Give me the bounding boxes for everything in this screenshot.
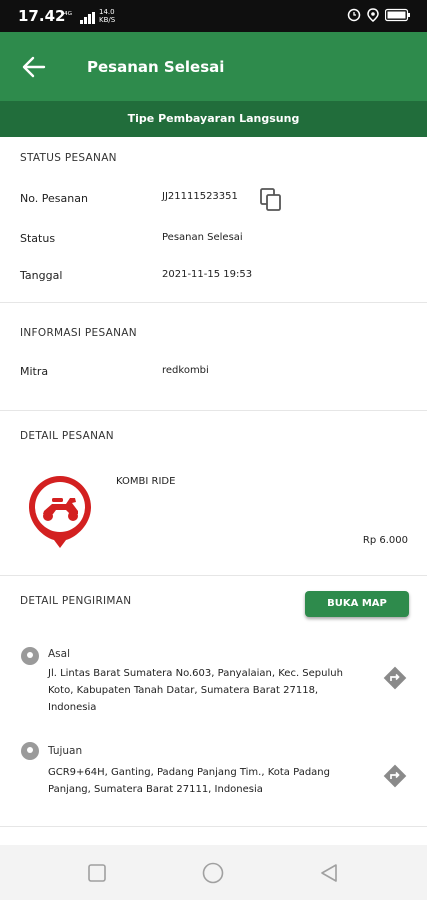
page-title: Pesanan Selesai (87, 58, 225, 76)
origin-pin-icon (21, 647, 39, 665)
alarm-icon (347, 8, 361, 22)
date-value: 2021-11-15 19:53 (162, 269, 253, 280)
status-bar: 17.42 ⁴ᴳ 14.0 KB/S (0, 0, 427, 32)
open-map-button[interactable]: BUKA MAP (305, 591, 409, 617)
kombi-ride-logo (29, 476, 91, 548)
destination-directions-icon[interactable] (382, 763, 408, 789)
sim-icon: ⁴ᴳ (64, 11, 72, 21)
status-label: Status (20, 232, 56, 245)
destination-label: Tujuan (48, 745, 83, 757)
origin-address: Jl. Lintas Barat Sumatera No.603, Panyal… (48, 668, 343, 713)
destination-address: GCR9+64H, Ganting, Padang Panjang Tim., … (48, 767, 330, 795)
origin-directions-icon[interactable] (382, 665, 408, 691)
partner-value: redkombi (162, 365, 209, 376)
home-icon[interactable] (202, 862, 224, 884)
signal-icon (80, 12, 95, 24)
recent-apps-icon[interactable] (88, 864, 106, 882)
order-number-label: No. Pesanan (20, 192, 88, 205)
service-price: Rp 6.000 (362, 535, 408, 546)
back-arrow-icon[interactable] (20, 54, 48, 80)
divider (0, 575, 427, 576)
order-info-heading: INFORMASI PESANAN (20, 327, 137, 339)
order-status-heading: STATUS PESANAN (20, 152, 117, 164)
net-speed: 14.0 KB/S (99, 8, 116, 24)
status-time: 17.42 (18, 7, 66, 25)
origin-label: Asal (48, 648, 71, 660)
status-value: Pesanan Selesai (162, 232, 243, 243)
divider (0, 826, 427, 827)
order-number-value: JJ21111523351 (162, 191, 238, 202)
delivery-heading: DETAIL PENGIRIMAN (20, 595, 132, 607)
divider (0, 410, 427, 411)
back-nav-icon[interactable] (320, 864, 338, 882)
system-nav-bar (0, 845, 427, 900)
copy-icon[interactable] (260, 188, 282, 212)
service-name: KOMBI RIDE (116, 476, 176, 487)
order-detail-heading: DETAIL PESANAN (20, 430, 114, 442)
divider (0, 302, 427, 303)
battery-icon (385, 8, 410, 22)
destination-pin-icon (21, 742, 39, 760)
payment-type-banner: Tipe Pembayaran Langsung (0, 101, 427, 137)
date-label: Tanggal (20, 269, 63, 282)
app-bar: Pesanan Selesai (0, 32, 427, 101)
location-icon (367, 8, 379, 22)
partner-label: Mitra (20, 365, 49, 378)
